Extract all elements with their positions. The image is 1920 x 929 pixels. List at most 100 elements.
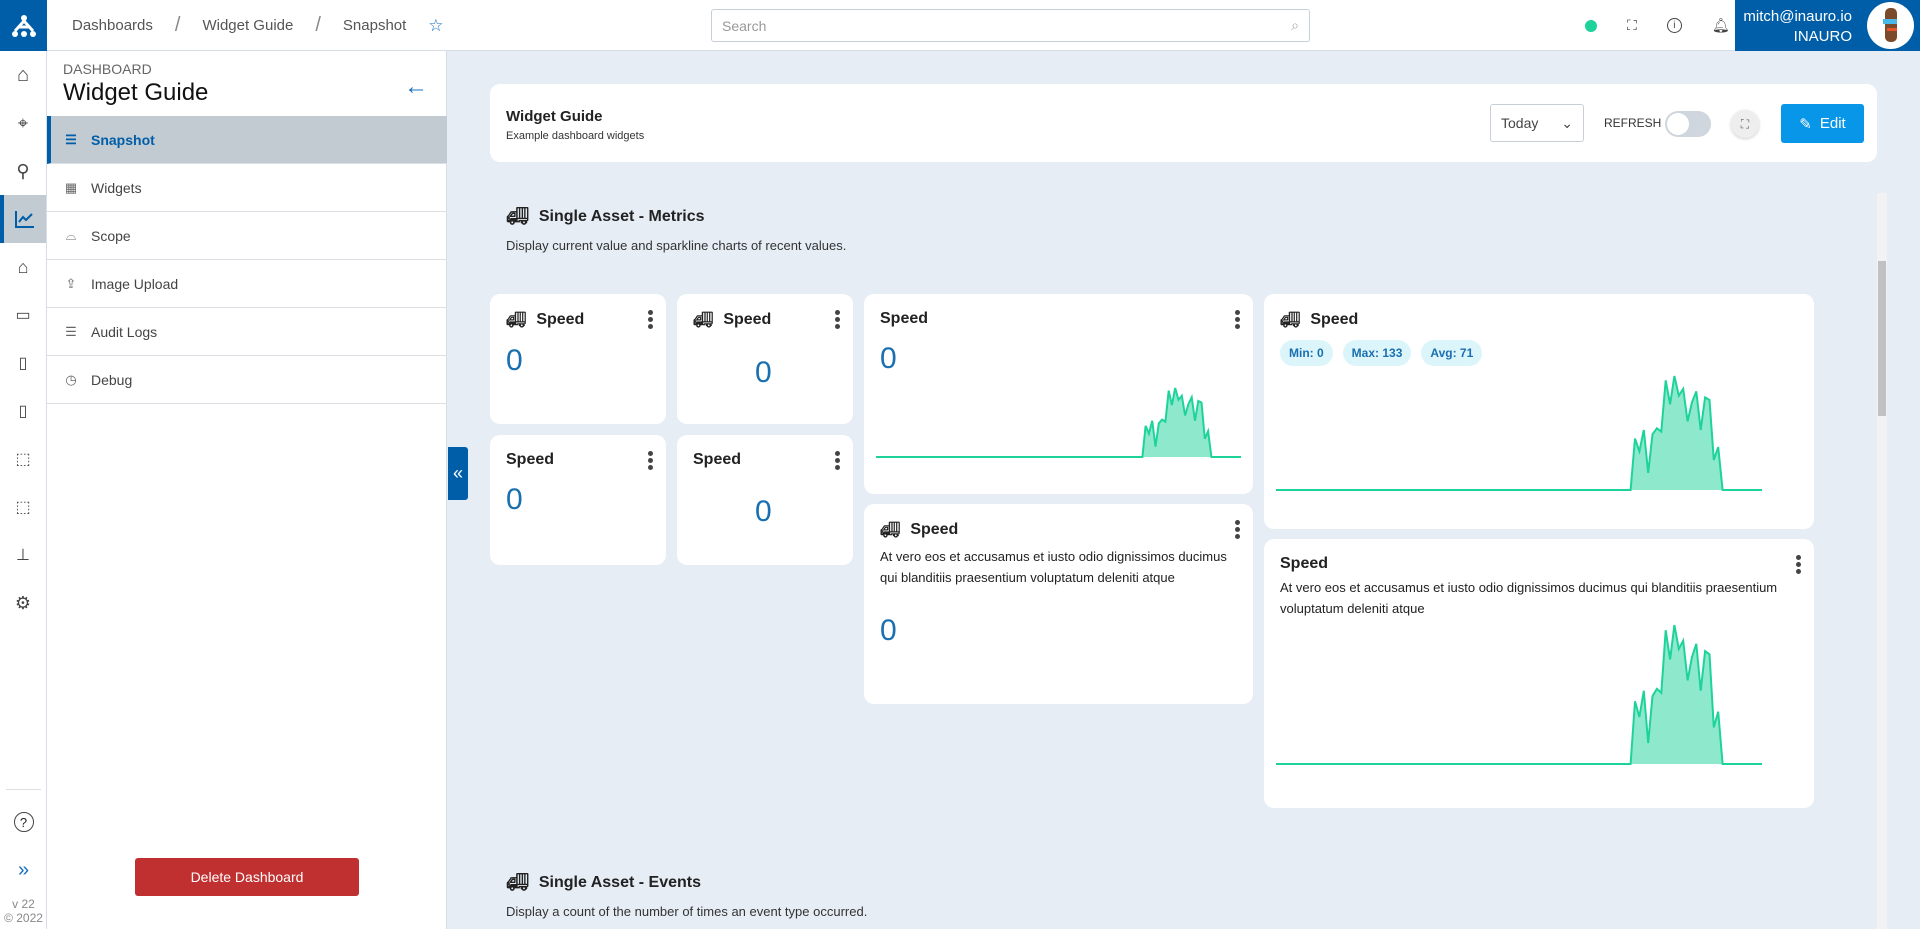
speed-text-widget: 🚚︎ Speed At vero eos et accusamus et iust…: [864, 504, 1253, 704]
sidebar-item-scope[interactable]: ⌓ Scope: [47, 212, 447, 260]
version-label: v 22: [12, 897, 35, 911]
avg-badge: Avg: 71: [1421, 340, 1483, 366]
scrollbar-thumb[interactable]: [1878, 261, 1886, 416]
widget-title: Speed: [536, 311, 585, 328]
rail-settings[interactable]: ⚙: [0, 579, 46, 627]
sparkline-area: [1276, 376, 1762, 490]
user-menu[interactable]: mitch@inauro.io INAURO: [1735, 0, 1920, 51]
gear-icon: ⚙: [14, 592, 32, 613]
area-chart-icon: ⌓: [65, 227, 77, 243]
dashboard-sidebar: DASHBOARD Widget Guide ← ☰ Snapshot ▦ Widg…: [47, 51, 447, 929]
rail-location-search[interactable]: ⚲: [0, 147, 46, 195]
widget-value: 0: [506, 483, 523, 516]
time-range-value: Today: [1501, 115, 1539, 131]
top-bar: Dashboards / Widget Guide / Snapshot ☆ Sea…: [0, 0, 1920, 51]
search-icon[interactable]: ⌕: [1291, 17, 1299, 34]
widget-title: Speed: [1280, 555, 1329, 572]
dashboard-subtitle: Example dashboard widgets: [506, 130, 645, 142]
widget-value: 0: [880, 614, 897, 647]
sidebar-item-debug[interactable]: ◷ Debug: [47, 356, 447, 404]
rail-reports[interactable]: ▯: [0, 339, 46, 387]
kebab-menu-icon[interactable]: [1796, 555, 1802, 576]
sidebar-item-label: Scope: [91, 227, 131, 244]
map-pin-icon: ⌖: [17, 112, 29, 133]
kebab-menu-icon[interactable]: [835, 451, 841, 472]
delete-dashboard-button[interactable]: Delete Dashboard: [135, 858, 359, 896]
sidebar-item-image-upload[interactable]: ⇪ Image Upload: [47, 260, 447, 308]
sparkline-chart: [1276, 624, 1762, 765]
rail-network[interactable]: ⬚: [0, 435, 46, 483]
content-scrollbar[interactable]: [1877, 193, 1887, 929]
breadcrumb-separator: /: [315, 14, 321, 36]
kebab-menu-icon[interactable]: [648, 310, 654, 331]
breadcrumb-widget-guide[interactable]: Widget Guide: [202, 17, 293, 34]
double-chevron-right-icon: »: [17, 858, 30, 881]
back-arrow-icon[interactable]: ←: [404, 73, 428, 101]
rail-home[interactable]: ⌂: [0, 51, 46, 99]
fullscreen-icon[interactable]: ⛶: [1627, 17, 1637, 34]
rail-dashboards[interactable]: [0, 195, 46, 243]
rail-document-search[interactable]: ▯: [0, 387, 46, 435]
dashboard-title: Widget Guide: [506, 108, 603, 125]
hierarchy-icon: ⊥: [16, 547, 30, 564]
kebab-menu-icon[interactable]: [1235, 310, 1241, 331]
rail-nodes[interactable]: ⬚: [0, 483, 46, 531]
document-search-icon: ▯: [18, 403, 28, 420]
network-icon: ⬚: [15, 451, 31, 468]
speed-widget: Speed 0: [677, 435, 853, 565]
search-input[interactable]: Search ⌕: [711, 9, 1310, 42]
list-icon: ☰: [65, 131, 77, 147]
speed-sparkline-widget: Speed 0: [864, 294, 1253, 494]
icon-rail: ⌂ ⌖ ⚲ ⌂ ▭ ▯ ▯ ⬚ ⬚ ⊥ ⚙ ? » v 22 © 2022: [0, 51, 47, 929]
sidebar-item-audit-logs[interactable]: ☰ Audit Logs: [47, 308, 447, 356]
breadcrumb-separator: /: [174, 14, 181, 36]
avatar[interactable]: [1867, 2, 1914, 49]
fullscreen-button[interactable]: ⛶: [1731, 110, 1759, 138]
speed-widget: 🚚︎ Speed 0: [490, 294, 666, 424]
widget-title: Speed: [723, 311, 772, 328]
sidebar-item-label: Debug: [91, 371, 133, 388]
rail-hierarchy[interactable]: ⊥: [0, 531, 46, 579]
sparkline-area: [876, 388, 1241, 457]
truck-icon: 🚚︎: [506, 312, 527, 329]
kebab-menu-icon[interactable]: [835, 310, 841, 331]
status-indicator: [1585, 19, 1597, 32]
info-icon[interactable]: i: [1666, 18, 1682, 33]
breadcrumb: Dashboards / Widget Guide / Snapshot ☆: [72, 0, 466, 51]
time-range-select[interactable]: Today ⌄: [1490, 104, 1584, 142]
section-description: Display a count of the number of times a…: [506, 904, 868, 919]
sidebar-item-widgets[interactable]: ▦ Widgets: [47, 164, 447, 212]
speed-text-sparkline-widget: Speed At vero eos et accusamus et iusto …: [1264, 539, 1814, 808]
sidebar-label: DASHBOARD: [63, 61, 152, 77]
widget-title: Speed: [1310, 311, 1359, 328]
widget-value: 0: [755, 356, 772, 389]
sidebar-item-snapshot[interactable]: ☰ Snapshot: [47, 116, 447, 164]
rail-expand[interactable]: »: [0, 846, 47, 894]
folder-settings-icon: ▭: [15, 307, 31, 324]
refresh-toggle[interactable]: [1665, 111, 1711, 137]
speed-stats-widget: 🚚︎ Speed Min: 0 Max: 133 Avg: 71: [1264, 294, 1814, 529]
sidebar-item-label: Audit Logs: [91, 323, 158, 340]
breadcrumb-dashboards[interactable]: Dashboards: [72, 17, 153, 34]
edit-label: Edit: [1819, 115, 1846, 132]
app-logo[interactable]: [0, 0, 47, 51]
rail-warehouse[interactable]: ⌂: [0, 243, 46, 291]
kebab-menu-icon[interactable]: [1235, 520, 1241, 541]
copyright-label: © 2022: [4, 911, 43, 925]
home-icon: ⌂: [16, 63, 30, 86]
nodes-icon: ⬚: [15, 499, 31, 516]
refresh-label: REFRESH: [1604, 116, 1662, 130]
kebab-menu-icon[interactable]: [648, 451, 654, 472]
chart-line-icon: [15, 211, 34, 228]
search-placeholder: Search: [722, 17, 767, 34]
rail-map[interactable]: ⌖: [0, 99, 46, 147]
truck-icon: 🚚︎: [1280, 312, 1301, 329]
favorite-star-icon[interactable]: ☆: [428, 16, 443, 36]
bell-icon[interactable]: 🔔︎: [1712, 17, 1730, 34]
rail-folder[interactable]: ▭: [0, 291, 46, 339]
sidebar-item-label: Image Upload: [91, 275, 179, 292]
chevron-down-icon: ⌄: [1561, 114, 1573, 131]
collapse-sidebar-button[interactable]: «: [448, 447, 468, 500]
edit-button[interactable]: ✎ Edit: [1781, 104, 1864, 143]
rail-help[interactable]: ?: [0, 798, 47, 846]
